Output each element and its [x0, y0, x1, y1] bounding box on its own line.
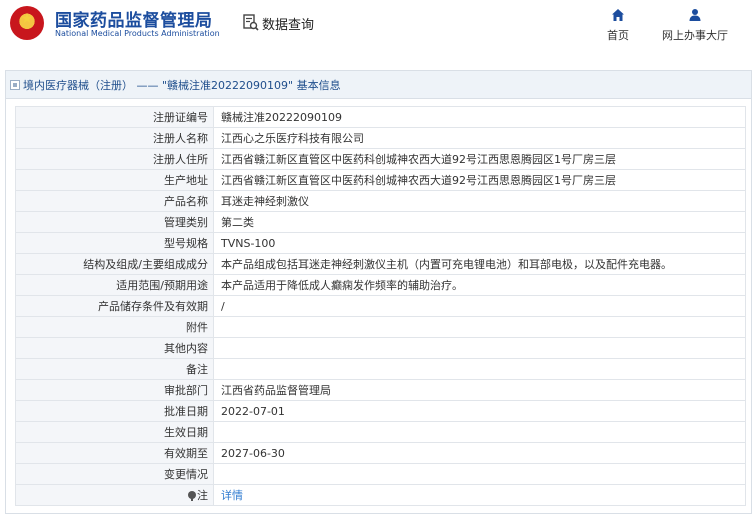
table-row: 审批部门 江西省药品监督管理局: [15, 379, 746, 401]
field-value: /: [213, 295, 746, 317]
document-icon: [10, 79, 20, 90]
field-value: 耳迷走神经刺激仪: [213, 190, 746, 212]
field-value: 本产品组成包括耳迷走神经刺激仪主机（内置可充电锂电池）和耳部电极，以及配件充电器…: [213, 253, 746, 275]
national-emblem-icon: [10, 6, 44, 40]
nav-home[interactable]: 首页: [601, 8, 635, 43]
field-label: 适用范围/预期用途: [15, 274, 214, 296]
field-label: 注册证编号: [15, 106, 214, 128]
panel-title: 境内医疗器械（注册） —— "赣械注准20222090109" 基本信息: [23, 78, 341, 92]
field-label: 结构及组成/主要组成成分: [15, 253, 214, 275]
field-label: 产品名称: [15, 190, 214, 212]
field-value: 江西省药品监督管理局: [213, 379, 746, 401]
site-header: 国家药品监督管理局 National Medical Products Admi…: [0, 0, 756, 62]
field-label: 其他内容: [15, 337, 214, 359]
table-row: 批准日期 2022-07-01: [15, 400, 746, 422]
nav-online-service-hall[interactable]: 网上办事大厅: [655, 8, 735, 43]
field-value: 2027-06-30: [213, 442, 746, 464]
panel-title-bar: 境内医疗器械（注册） —— "赣械注准20222090109" 基本信息: [6, 71, 751, 99]
field-value: [213, 358, 746, 380]
table-row: 生效日期: [15, 421, 746, 443]
field-label: 批准日期: [15, 400, 214, 422]
table-row: 生产地址 江西省赣江新区直管区中医药科创城神农西大道92号江西思恩腾园区1号厂房三…: [15, 169, 746, 191]
data-query-label: 数据查询: [262, 17, 315, 33]
field-value: 江西心之乐医疗科技有限公司: [213, 127, 746, 149]
note-label-cell: 注: [15, 484, 214, 506]
table-row: 注册证编号 赣械注准20222090109: [15, 106, 746, 128]
table-row: 附件: [15, 316, 746, 338]
nav-online-service-hall-label: 网上办事大厅: [662, 29, 728, 42]
info-table: 注册证编号 赣械注准20222090109 注册人名称 江西心之乐医疗科技有限公司 注册…: [15, 106, 746, 506]
table-row: 型号规格 TVNS-100: [15, 232, 746, 254]
field-label: 生效日期: [15, 421, 214, 443]
field-label: 产品储存条件及有效期: [15, 295, 214, 317]
field-label: 型号规格: [15, 232, 214, 254]
field-value: 2022-07-01: [213, 400, 746, 422]
field-label: 备注: [15, 358, 214, 380]
org-name-cn[interactable]: 国家药品监督管理局: [55, 6, 213, 31]
field-label: 有效期至: [15, 442, 214, 464]
table-row: 注册人名称 江西心之乐医疗科技有限公司: [15, 127, 746, 149]
field-value: 江西省赣江新区直管区中医药科创城神农西大道92号江西思恩腾园区1号厂房三层: [213, 148, 746, 170]
field-value: 第二类: [213, 211, 746, 233]
field-label: 注册人住所: [15, 148, 214, 170]
field-value: [213, 463, 746, 485]
home-icon: [612, 9, 624, 21]
document-search-icon: [243, 14, 259, 31]
field-value: 赣械注准20222090109: [213, 106, 746, 128]
field-label: 附件: [15, 316, 214, 338]
details-link[interactable]: 详情: [213, 484, 746, 506]
field-label: 注册人名称: [15, 127, 214, 149]
field-value: [213, 316, 746, 338]
field-label: 变更情况: [15, 463, 214, 485]
field-value: TVNS-100: [213, 232, 746, 254]
table-row: 产品名称 耳迷走神经刺激仪: [15, 190, 746, 212]
field-value: 本产品适用于降低成人癫痫发作频率的辅助治疗。: [213, 274, 746, 296]
pin-icon: [188, 491, 196, 501]
detail-panel: 境内医疗器械（注册） —— "赣械注准20222090109" 基本信息 注册证…: [5, 70, 752, 514]
org-name-en[interactable]: National Medical Products Administration: [55, 29, 220, 38]
table-row: 注册人住所 江西省赣江新区直管区中医药科创城神农西大道92号江西思恩腾园区1号厂房…: [15, 148, 746, 170]
data-query-link[interactable]: 数据查询: [243, 12, 314, 34]
table-row: 变更情况: [15, 463, 746, 485]
field-value: 江西省赣江新区直管区中医药科创城神农西大道92号江西思恩腾园区1号厂房三层: [213, 169, 746, 191]
user-icon: [689, 9, 701, 21]
field-value: [213, 421, 746, 443]
table-row: 适用范围/预期用途 本产品适用于降低成人癫痫发作频率的辅助治疗。: [15, 274, 746, 296]
table-row: 有效期至 2027-06-30: [15, 442, 746, 464]
table-row: 其他内容: [15, 337, 746, 359]
field-label: 管理类别: [15, 211, 214, 233]
table-row: 管理类别 第二类: [15, 211, 746, 233]
field-label: 审批部门: [15, 379, 214, 401]
nav-home-label: 首页: [607, 29, 629, 42]
field-value: [213, 337, 746, 359]
field-label: 生产地址: [15, 169, 214, 191]
table-row-note: 注详情: [15, 484, 746, 506]
table-row: 结构及组成/主要组成成分 本产品组成包括耳迷走神经刺激仪主机（内置可充电锂电池）和…: [15, 253, 746, 275]
table-row: 备注: [15, 358, 746, 380]
table-row: 产品储存条件及有效期 /: [15, 295, 746, 317]
note-label: 注: [197, 489, 208, 502]
